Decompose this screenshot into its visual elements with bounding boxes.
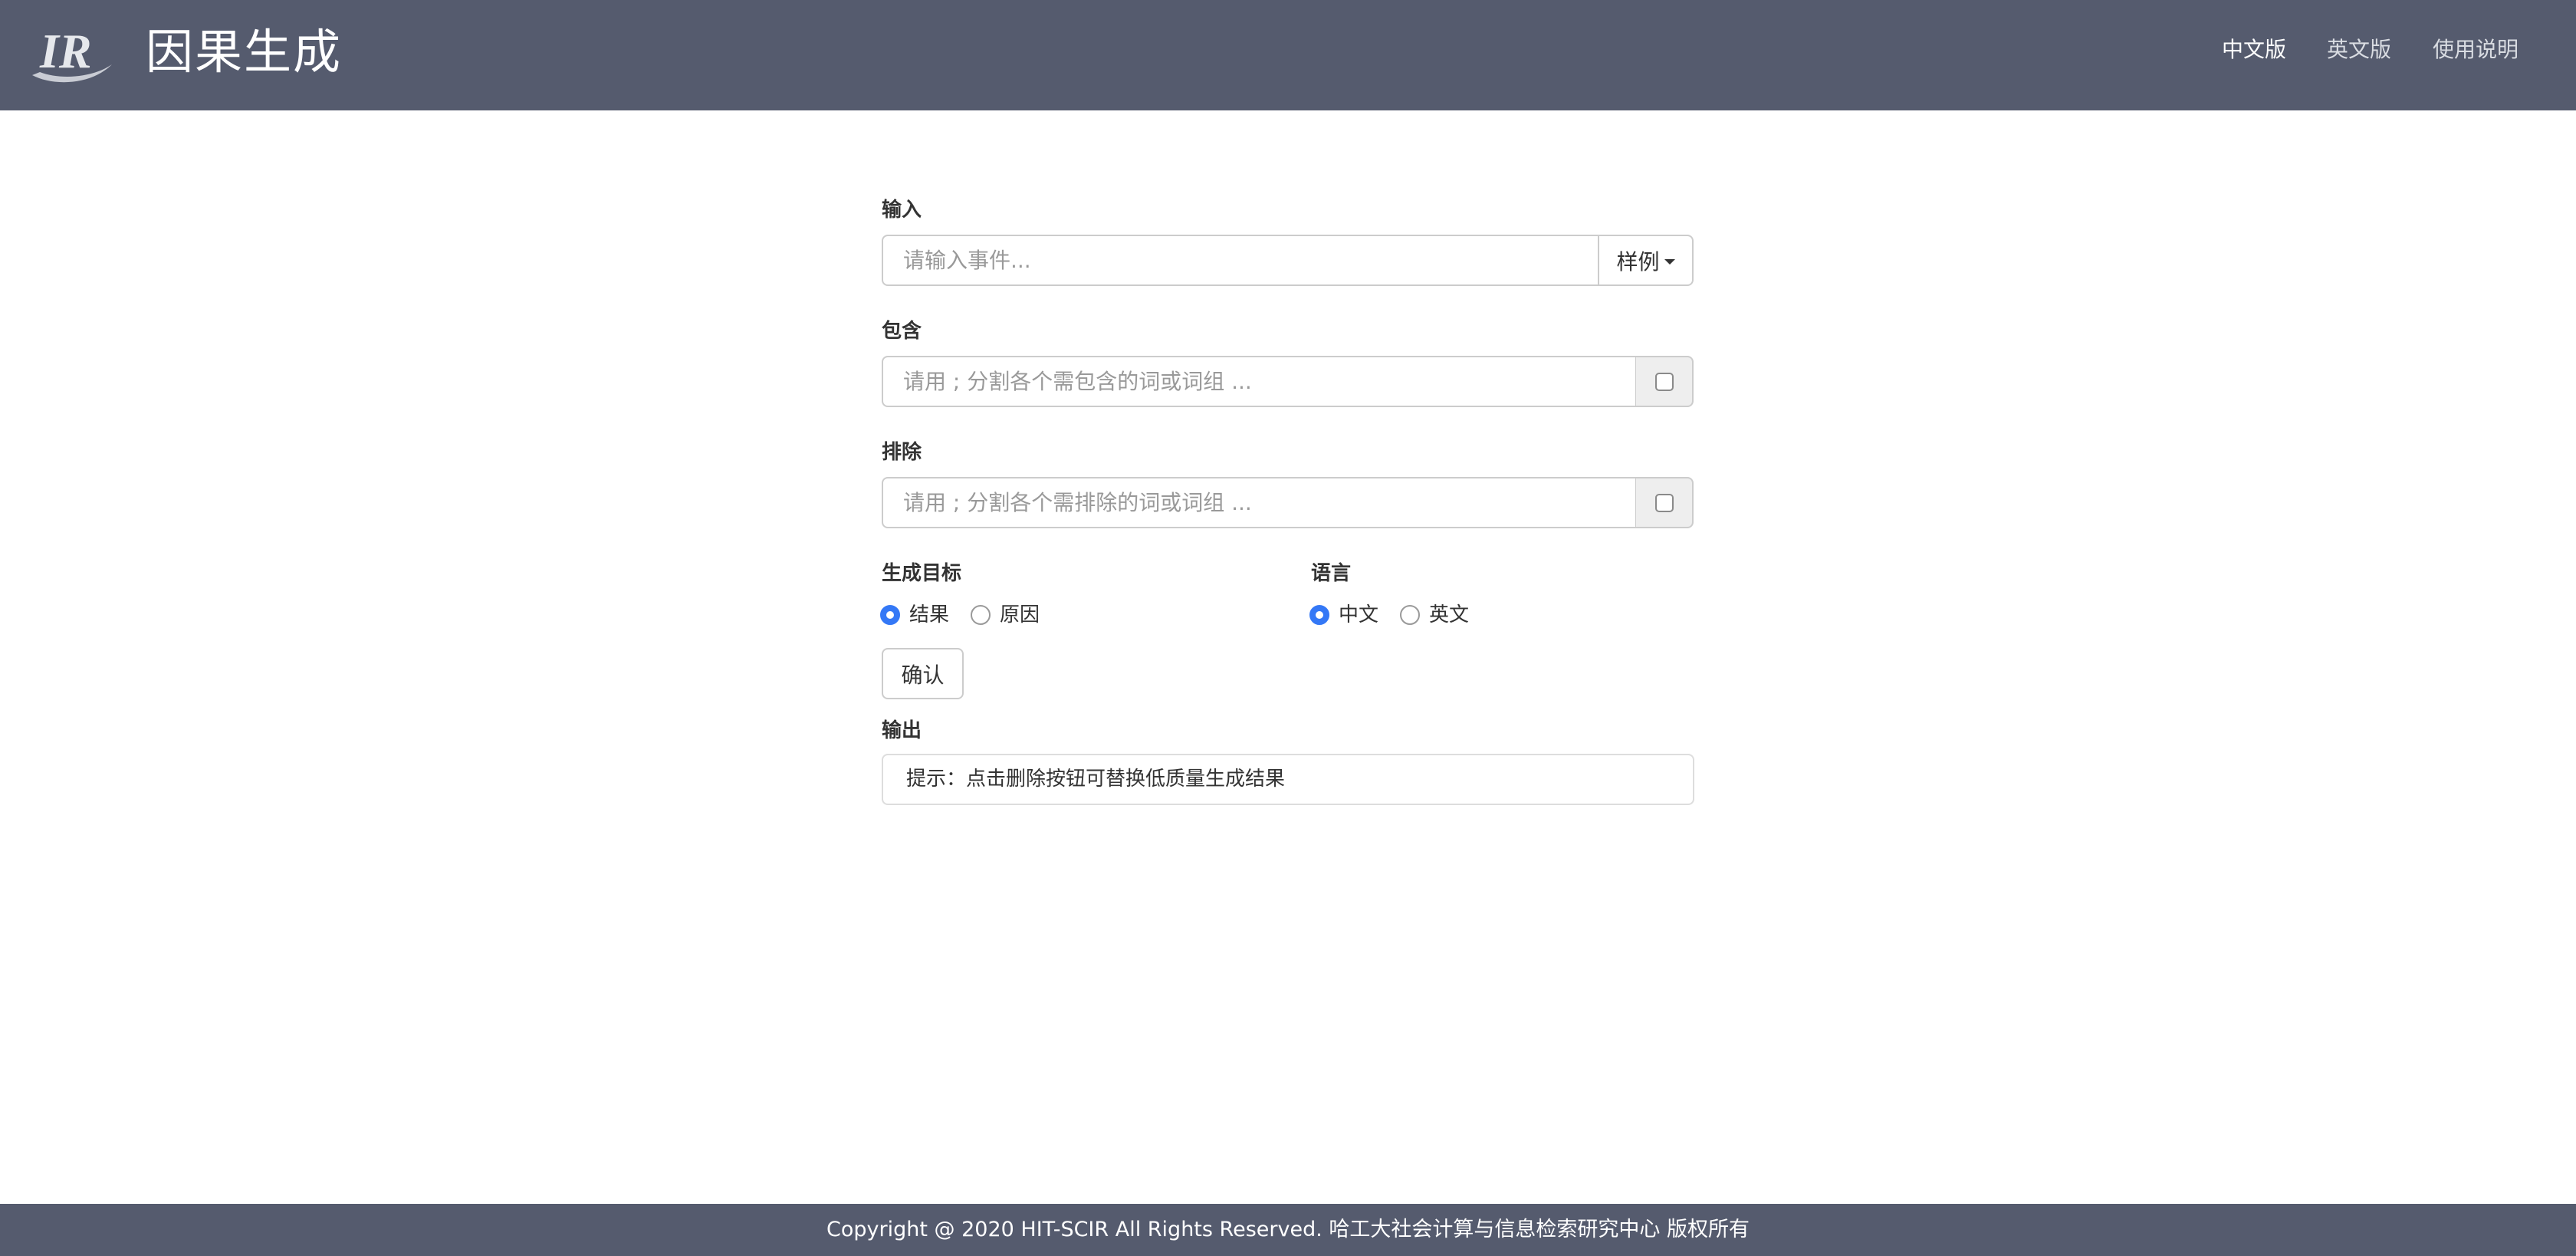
output-label: 输出 bbox=[882, 719, 922, 742]
exclude-checkbox[interactable] bbox=[1654, 493, 1674, 512]
caret-down-icon bbox=[1664, 259, 1675, 265]
target-effect-radio[interactable] bbox=[880, 605, 900, 625]
nav-instructions[interactable]: 使用说明 bbox=[2433, 35, 2518, 65]
svg-text:IR: IR bbox=[39, 24, 92, 78]
exclude-checkbox-addon bbox=[1636, 477, 1694, 528]
nav-chinese-version[interactable]: 中文版 bbox=[2222, 35, 2286, 65]
language-english-label[interactable]: 英文 bbox=[1429, 601, 1469, 629]
exclude-label: 排除 bbox=[882, 441, 922, 464]
top-navbar: IR 因果生成 中文版 英文版 使用说明 bbox=[0, 0, 2576, 110]
include-checkbox[interactable] bbox=[1654, 372, 1674, 391]
input-label: 输入 bbox=[882, 199, 922, 222]
language-chinese-label[interactable]: 中文 bbox=[1339, 601, 1378, 629]
target-cause-radio[interactable] bbox=[971, 605, 991, 625]
include-words-input[interactable] bbox=[882, 356, 1637, 407]
target-radio-group: 结果 原因 bbox=[880, 601, 1061, 629]
confirm-button[interactable]: 确认 bbox=[882, 648, 964, 699]
output-hint: 提示：点击删除按钮可替换低质量生成结果 bbox=[906, 768, 1286, 791]
target-cause-label[interactable]: 原因 bbox=[1000, 601, 1040, 629]
footer-copyright: Copyright @ 2020 HIT-SCIR All Rights Res… bbox=[0, 1204, 2576, 1256]
target-effect-label[interactable]: 结果 bbox=[909, 601, 949, 629]
event-input[interactable] bbox=[882, 235, 1599, 286]
examples-dropdown-button[interactable]: 样例 bbox=[1598, 235, 1694, 286]
examples-button-label: 样例 bbox=[1616, 248, 1660, 275]
app-title: 因果生成 bbox=[146, 24, 343, 80]
language-label: 语言 bbox=[1311, 562, 1352, 585]
target-label: 生成目标 bbox=[882, 562, 962, 585]
language-radio-group: 中文 英文 bbox=[1309, 601, 1490, 629]
include-checkbox-addon bbox=[1636, 356, 1694, 407]
language-english-radio[interactable] bbox=[1400, 605, 1421, 625]
language-chinese-radio[interactable] bbox=[1309, 605, 1329, 625]
output-panel: 提示：点击删除按钮可替换低质量生成结果 bbox=[882, 754, 1694, 805]
exclude-words-input[interactable] bbox=[882, 477, 1637, 528]
include-label: 包含 bbox=[882, 320, 922, 343]
nav-english-version[interactable]: 英文版 bbox=[2327, 35, 2391, 65]
ir-logo-icon[interactable]: IR bbox=[29, 21, 113, 86]
